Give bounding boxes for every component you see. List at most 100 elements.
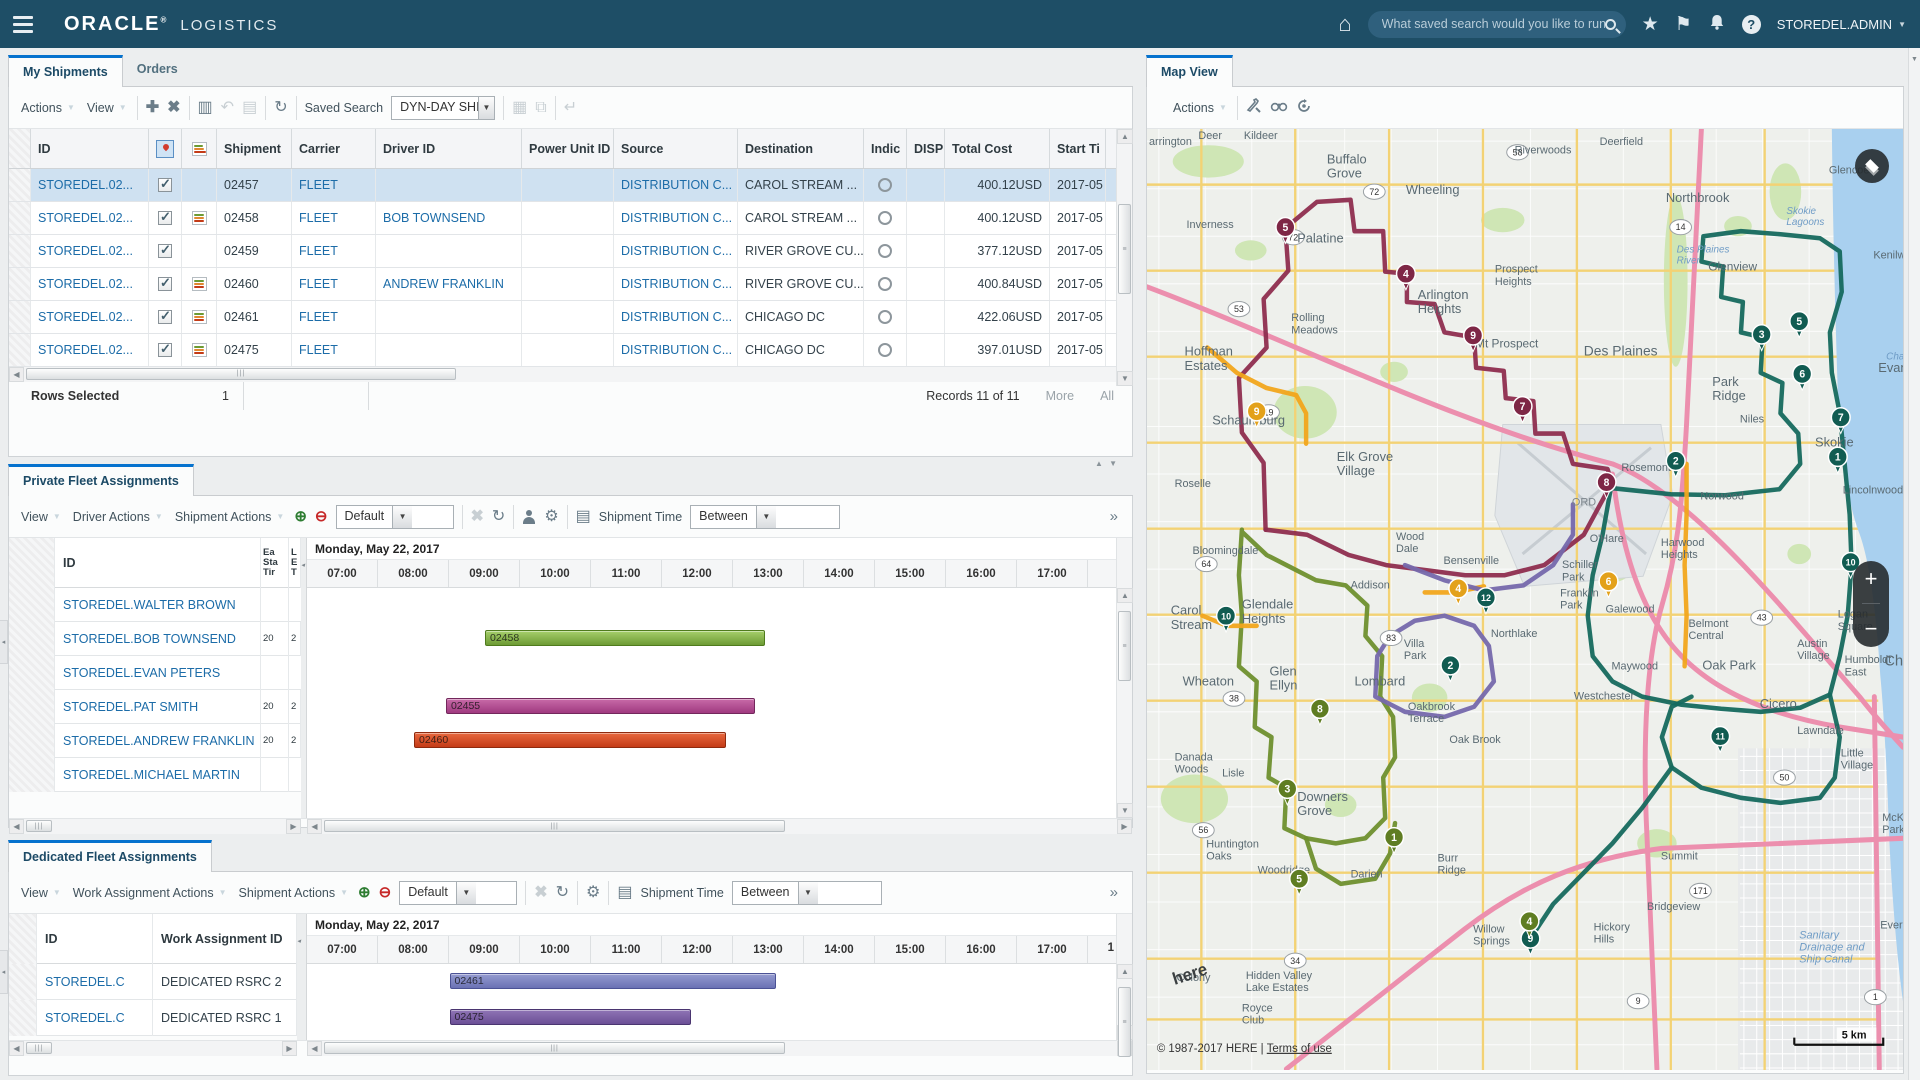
column-header-gantt[interactable] (182, 129, 217, 168)
favorites-star-icon[interactable]: ★ (1642, 15, 1659, 34)
cell-link-id[interactable]: STOREDEL.02... (38, 211, 133, 225)
filter-select[interactable]: Default▼ (399, 881, 517, 905)
table-row[interactable]: STOREDEL.02...02460FLEETANDREW FRANKLIND… (9, 268, 1132, 301)
tab-orders[interactable]: Orders (123, 55, 192, 86)
cell-link-id[interactable]: STOREDEL.02... (38, 244, 133, 258)
resource-link[interactable]: STOREDEL.C (45, 1011, 125, 1025)
search-icon[interactable] (1605, 19, 1616, 30)
map-legend-binoculars-icon[interactable] (1270, 99, 1288, 117)
row-checkbox[interactable] (158, 178, 172, 192)
legend-list-icon[interactable]: ▤ (576, 509, 591, 525)
scroll-up-icon[interactable]: ▲ (1117, 129, 1133, 144)
row-checkbox[interactable] (158, 211, 172, 225)
row-checkbox[interactable] (158, 310, 172, 324)
records-all[interactable]: All (1100, 389, 1114, 403)
driver-icon[interactable] (522, 510, 536, 524)
view-menu[interactable]: View▼ (85, 97, 129, 119)
help-icon[interactable]: ? (1742, 15, 1761, 34)
records-more[interactable]: More (1046, 389, 1074, 403)
scroll-up-icon[interactable]: ▲ (1117, 964, 1133, 979)
map-layers-button[interactable] (1855, 149, 1889, 183)
zoom-in-button[interactable]: + (1853, 568, 1889, 590)
indicator-radio[interactable] (878, 277, 892, 291)
tab-my-shipments[interactable]: My Shipments (8, 55, 123, 87)
cell-link-id[interactable]: STOREDEL.02... (38, 277, 133, 291)
gantt-resource-row[interactable]: STOREDEL.MICHAEL MARTIN (9, 758, 301, 792)
chart-hscrollbar[interactable]: ◀|||▶ (307, 819, 1132, 834)
scroll-left-icon[interactable]: ◀ (9, 819, 24, 834)
legend-list-icon[interactable]: ▤ (617, 885, 632, 901)
cell-link-source[interactable]: DISTRIBUTION C... (621, 277, 732, 291)
gantt-resource-row[interactable]: STOREDEL.BOB TOWNSEND202 (9, 622, 301, 656)
add-icon[interactable]: ✚ (146, 100, 159, 116)
gantt-resource-row[interactable]: STOREDEL.CDEDICATED RSRC 2 (9, 964, 297, 1000)
table-row[interactable]: STOREDEL.02...02457FLEETDISTRIBUTION C..… (9, 169, 1132, 202)
splitter-handle[interactable]: ◂ (0, 620, 8, 664)
terms-of-use-link[interactable]: Terms of use (1267, 1043, 1332, 1055)
cell-link-carrier[interactable]: FLEET (299, 211, 338, 225)
column-header-indic[interactable]: Indic (864, 129, 907, 168)
refresh-icon[interactable]: ↻ (556, 885, 569, 901)
gantt-splitter[interactable] (297, 964, 307, 1040)
saved-search-box[interactable] (1368, 11, 1626, 38)
notifications-bell-icon[interactable] (1708, 13, 1726, 35)
left-hscrollbar[interactable]: ◀|||▶ (9, 819, 301, 834)
go-icon[interactable]: ↵ (564, 100, 577, 116)
cell-link-carrier[interactable]: FLEET (299, 343, 338, 357)
cell-link-driver[interactable]: ANDREW FRANKLIN (383, 277, 504, 291)
tab-dedicated-fleet-assignments[interactable]: Dedicated Fleet Assignments (8, 840, 212, 872)
saved-search-input[interactable] (1382, 17, 1605, 31)
column-header-shipment[interactable]: Shipment (217, 129, 292, 168)
gantt-view-icon[interactable]: ▥ (198, 100, 213, 116)
cell-link-source[interactable]: DISTRIBUTION C... (621, 178, 732, 192)
cell-link-driver[interactable]: BOB TOWNSEND (383, 211, 485, 225)
detach-icon[interactable]: ⧉ (535, 100, 546, 116)
cell-link-source[interactable]: DISTRIBUTION C... (621, 343, 732, 357)
row-checkbox[interactable] (158, 343, 172, 357)
clear-icon[interactable]: ✖ (534, 885, 547, 901)
gantt-vscrollbar[interactable]: ▲≡▼ (1116, 964, 1132, 1040)
scroll-right-icon[interactable]: ▶ (1117, 819, 1132, 834)
column-header-power[interactable]: Power Unit ID (522, 129, 614, 168)
overflow-chevrons-icon[interactable]: » (1110, 884, 1122, 901)
cell-link-id[interactable]: STOREDEL.02... (38, 310, 133, 324)
column-header-cost[interactable]: Total Cost (945, 129, 1050, 168)
cell-link-source[interactable]: DISTRIBUTION C... (621, 310, 732, 324)
actions-menu[interactable]: Actions▼ (1171, 97, 1229, 119)
indicator-radio[interactable] (878, 211, 892, 225)
driver-actions-menu[interactable]: Driver Actions▼ (71, 506, 165, 528)
settings-gear-icon[interactable]: ⚙ (586, 885, 600, 901)
user-menu[interactable]: STOREDEL.ADMIN ▼ (1777, 17, 1906, 32)
row-gantt-icon[interactable] (192, 310, 207, 324)
scroll-left-icon[interactable]: ◀ (307, 1041, 322, 1056)
gantt-vscrollbar[interactable]: ▲≡▼ (1116, 588, 1132, 818)
gantt-chart-area[interactable]: 024580245502460 (307, 588, 1116, 818)
cell-link-source[interactable]: DISTRIBUTION C... (621, 244, 732, 258)
overflow-chevrons-icon[interactable]: » (1110, 508, 1122, 525)
shipment-time-select[interactable]: Between▼ (690, 505, 840, 529)
gantt-chart-area[interactable]: 0246102475 (307, 964, 1116, 1040)
cell-link-carrier[interactable]: FLEET (299, 277, 338, 291)
row-gantt-icon[interactable] (192, 343, 207, 357)
refresh-icon[interactable]: ↻ (492, 509, 505, 525)
resource-link[interactable]: STOREDEL.ANDREW FRANKLIN (63, 734, 254, 748)
column-header-driver[interactable]: Driver ID (376, 129, 522, 168)
gantt-bar-02455[interactable]: 02455 (446, 698, 755, 714)
column-header-source[interactable]: Source (614, 129, 738, 168)
resource-link[interactable]: STOREDEL.MICHAEL MARTIN (63, 768, 240, 782)
undo-icon[interactable]: ↶ (221, 100, 234, 116)
chart-hscrollbar[interactable]: ◀|||▶ (307, 1041, 1132, 1056)
chevron-down-icon[interactable]: ▼ (1909, 48, 1920, 63)
settings-gear-icon[interactable]: ⚙ (544, 509, 558, 525)
table-row[interactable]: STOREDEL.02...02458FLEETBOB TOWNSENDDIST… (9, 202, 1132, 235)
resource-link[interactable]: STOREDEL.EVAN PETERS (63, 666, 220, 680)
shipment-actions-menu[interactable]: Shipment Actions▼ (237, 882, 351, 904)
row-gantt-icon[interactable] (192, 277, 207, 291)
resource-link[interactable]: STOREDEL.C (45, 975, 125, 989)
gantt-resource-row[interactable]: STOREDEL.WALTER BROWN (9, 588, 301, 622)
column-header-chk[interactable] (149, 129, 182, 168)
resource-link[interactable]: STOREDEL.WALTER BROWN (63, 598, 236, 612)
scroll-left-icon[interactable]: ◀ (9, 367, 24, 382)
gantt-bar-02460[interactable]: 02460 (414, 732, 726, 748)
resource-link[interactable]: STOREDEL.PAT SMITH (63, 700, 198, 714)
